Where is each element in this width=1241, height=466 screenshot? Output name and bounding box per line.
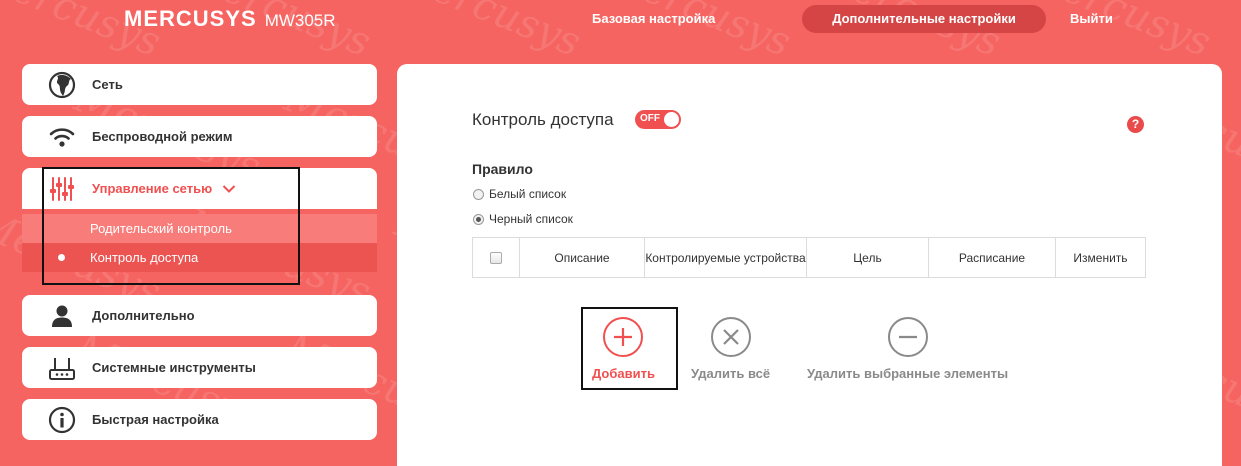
- sidebar-item-label: Дополнительно: [92, 308, 195, 323]
- sidebar-subitem-label: Родительский контроль: [90, 221, 232, 236]
- radio-label: Черный список: [489, 212, 573, 226]
- rules-table-header: Описание Контролируемые устройства Цель …: [472, 237, 1146, 278]
- access-control-toggle[interactable]: OFF: [635, 110, 681, 129]
- sidebar-item-wireless[interactable]: Беспроводной режим: [22, 116, 377, 157]
- sidebar-item-network-control[interactable]: Управление сетью: [22, 168, 377, 209]
- radio-blacklist[interactable]: Черный список: [473, 212, 573, 226]
- radio-whitelist[interactable]: Белый список: [473, 187, 566, 201]
- delete-all-button[interactable]: Удалить всё: [691, 317, 770, 381]
- column-header-devices: Контролируемые устройства: [645, 238, 807, 277]
- radio-button[interactable]: [473, 213, 484, 225]
- sidebar-item-advanced[interactable]: Дополнительно: [22, 295, 377, 336]
- add-label: Добавить: [592, 366, 655, 381]
- sidebar-subitem-label: Контроль доступа: [90, 250, 199, 265]
- column-header-schedule: Расписание: [929, 238, 1056, 277]
- toggle-knob: [664, 112, 679, 127]
- nav-basic-settings[interactable]: Базовая настройка: [592, 5, 715, 33]
- help-icon[interactable]: ?: [1127, 116, 1144, 133]
- nav-advanced-settings[interactable]: Дополнительные настройки: [802, 5, 1046, 33]
- sidebar-item-label: Быстрая настройка: [92, 412, 219, 427]
- column-header-target: Цель: [807, 238, 929, 277]
- top-navigation: Базовая настройка Дополнительные настрой…: [0, 5, 1241, 33]
- select-all-checkbox[interactable]: [490, 251, 502, 264]
- radio-button[interactable]: [473, 188, 484, 200]
- sidebar-item-network[interactable]: Сеть: [22, 64, 377, 105]
- sidebar-item-system-tools[interactable]: Системные инструменты: [22, 347, 377, 388]
- globe-icon: [48, 71, 76, 99]
- plus-icon: [603, 317, 644, 357]
- sidebar-subitem-parental-control[interactable]: Родительский контроль: [22, 214, 377, 243]
- radio-label: Белый список: [489, 187, 567, 201]
- sidebar-item-label: Беспроводной режим: [92, 129, 233, 144]
- select-all-cell: [473, 238, 520, 277]
- page-title: Контроль доступа: [472, 110, 614, 129]
- main-panel: Контроль доступа OFF ? Правило Белый спи…: [397, 64, 1222, 466]
- sidebar-item-label: Сеть: [92, 77, 123, 92]
- nav-logout[interactable]: Выйти: [1070, 5, 1113, 33]
- add-button[interactable]: Добавить: [592, 317, 655, 381]
- delete-all-label: Удалить всё: [691, 366, 771, 381]
- toggle-label: OFF: [640, 113, 660, 124]
- column-header-description: Описание: [520, 238, 645, 277]
- close-icon: [710, 317, 751, 357]
- sliders-icon: [48, 175, 76, 203]
- selected-indicator: [58, 254, 65, 261]
- sidebar-item-quick-setup[interactable]: Быстрая настройка: [22, 399, 377, 440]
- chevron-down-icon: [222, 184, 236, 194]
- router-icon: [48, 354, 76, 382]
- rule-label: Правило: [472, 161, 533, 177]
- user-icon: [48, 302, 76, 330]
- delete-selected-label: Удалить выбранные элементы: [807, 366, 1009, 381]
- column-header-edit: Изменить: [1073, 250, 1128, 265]
- sidebar-subitem-access-control[interactable]: Контроль доступа: [22, 243, 377, 272]
- sidebar-item-label: Системные инструменты: [92, 360, 256, 375]
- sidebar-item-label: Управление сетью: [92, 181, 213, 196]
- info-icon: [48, 406, 76, 434]
- wifi-icon: [48, 123, 76, 151]
- delete-selected-button[interactable]: Удалить выбранные элементы: [807, 317, 1008, 381]
- minus-icon: [887, 317, 928, 357]
